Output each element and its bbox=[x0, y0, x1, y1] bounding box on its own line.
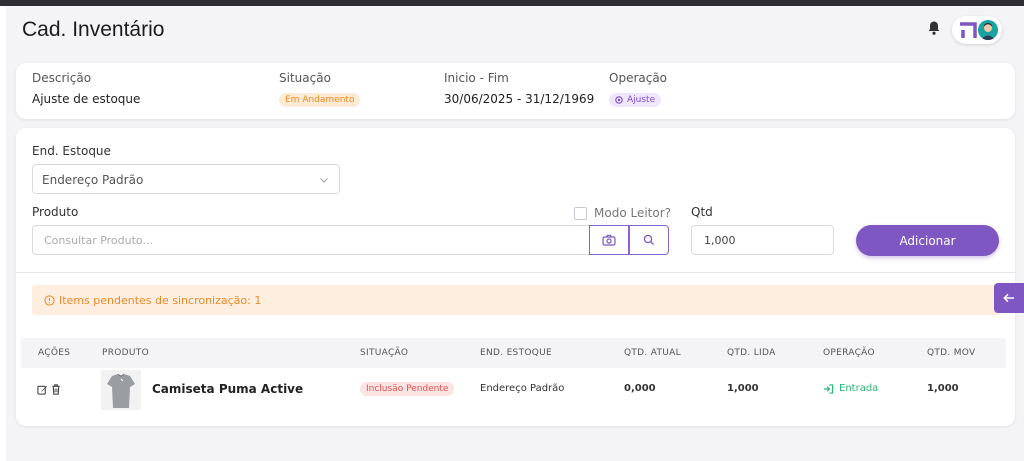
modo-leitor-label: Modo Leitor? bbox=[594, 206, 672, 220]
page-title: Cad. Inventário bbox=[22, 18, 165, 41]
trash-icon[interactable] bbox=[51, 384, 61, 395]
avatar[interactable] bbox=[978, 20, 998, 40]
operacao-badge: Ajuste bbox=[609, 93, 662, 107]
col-qtd-lida: QTD. LIDA bbox=[727, 348, 776, 358]
row-end-estoque: Endereço Padrão bbox=[480, 383, 565, 394]
table-row: Camiseta Puma Active Inclusão Pendente E… bbox=[21, 368, 1006, 412]
produto-label: Produto bbox=[32, 205, 79, 219]
col-situacao: SITUAÇÃO bbox=[360, 348, 409, 358]
end-estoque-select[interactable]: Endereço Padrão bbox=[32, 164, 340, 194]
divider bbox=[16, 272, 1015, 273]
end-estoque-value: Endereço Padrão bbox=[42, 173, 144, 187]
col-qtd-atual: QTD. ATUAL bbox=[624, 348, 681, 358]
descricao-value: Ajuste de estoque bbox=[32, 92, 141, 106]
periodo-label: Inicio - Fim bbox=[444, 71, 509, 85]
produto-search-input[interactable] bbox=[32, 225, 590, 255]
add-button[interactable]: Adicionar bbox=[856, 225, 999, 256]
main-area: Cad. Inventário Descrição Ajuste de esto… bbox=[6, 6, 1024, 461]
col-acoes: AÇÕES bbox=[38, 348, 71, 358]
row-operacao-label: Entrada bbox=[839, 383, 879, 394]
chevron-down-icon bbox=[320, 178, 328, 183]
descricao-label: Descrição bbox=[32, 71, 92, 85]
row-qtd-mov: 1,000 bbox=[927, 383, 959, 394]
col-end-estoque: END. ESTOQUE bbox=[480, 348, 553, 358]
periodo-value: 30/06/2025 - 31/12/1969 bbox=[444, 92, 595, 106]
camera-button[interactable] bbox=[589, 225, 629, 255]
col-operacao: OPERAÇÃO bbox=[823, 348, 875, 358]
info-icon bbox=[44, 295, 55, 306]
logo-icon bbox=[960, 22, 977, 38]
operacao-label: Operação bbox=[609, 71, 668, 85]
arrow-left-icon bbox=[1003, 293, 1014, 303]
operacao-value: Ajuste bbox=[627, 95, 656, 105]
sync-alert-text: Items pendentes de sincronização: 1 bbox=[59, 294, 262, 307]
inventory-info-card: Descrição Ajuste de estoque Situação Em … bbox=[16, 63, 1015, 119]
sync-alert: Items pendentes de sincronização: 1 bbox=[32, 285, 999, 315]
sync-alert-content: Items pendentes de sincronização: 1 bbox=[44, 294, 261, 307]
col-produto: PRODUTO bbox=[102, 348, 149, 358]
qtd-input[interactable] bbox=[691, 225, 834, 255]
edit-icon[interactable] bbox=[37, 384, 48, 395]
table-header: AÇÕES PRODUTO SITUAÇÃO END. ESTOQUE QTD.… bbox=[21, 338, 1006, 368]
search-icon bbox=[643, 234, 654, 245]
collapse-panel-button[interactable] bbox=[994, 283, 1024, 313]
row-operacao: Entrada bbox=[823, 383, 878, 394]
row-qtd-lida: 1,000 bbox=[727, 383, 759, 394]
row-qtd-atual: 0,000 bbox=[624, 383, 656, 394]
scale-icon bbox=[615, 96, 623, 104]
bell-icon[interactable] bbox=[927, 20, 941, 36]
modo-leitor-checkbox[interactable] bbox=[574, 207, 587, 220]
row-status-badge: Inclusão Pendente bbox=[360, 382, 455, 396]
end-estoque-label: End. Estoque bbox=[32, 144, 111, 158]
product-thumbnail bbox=[101, 370, 141, 410]
search-button[interactable] bbox=[629, 225, 669, 255]
qtd-label: Qtd bbox=[691, 205, 713, 219]
situacao-label: Situação bbox=[279, 71, 331, 85]
status-badge: Em Andamento bbox=[279, 93, 361, 107]
product-name: Camiseta Puma Active bbox=[152, 382, 304, 396]
inventory-form-card: End. Estoque Endereço Padrão Produto Mod… bbox=[16, 128, 1015, 426]
col-qtd-mov: QTD. MOV bbox=[927, 348, 976, 358]
camera-icon bbox=[602, 234, 616, 246]
user-menu[interactable] bbox=[952, 16, 1002, 44]
login-icon bbox=[823, 383, 834, 394]
